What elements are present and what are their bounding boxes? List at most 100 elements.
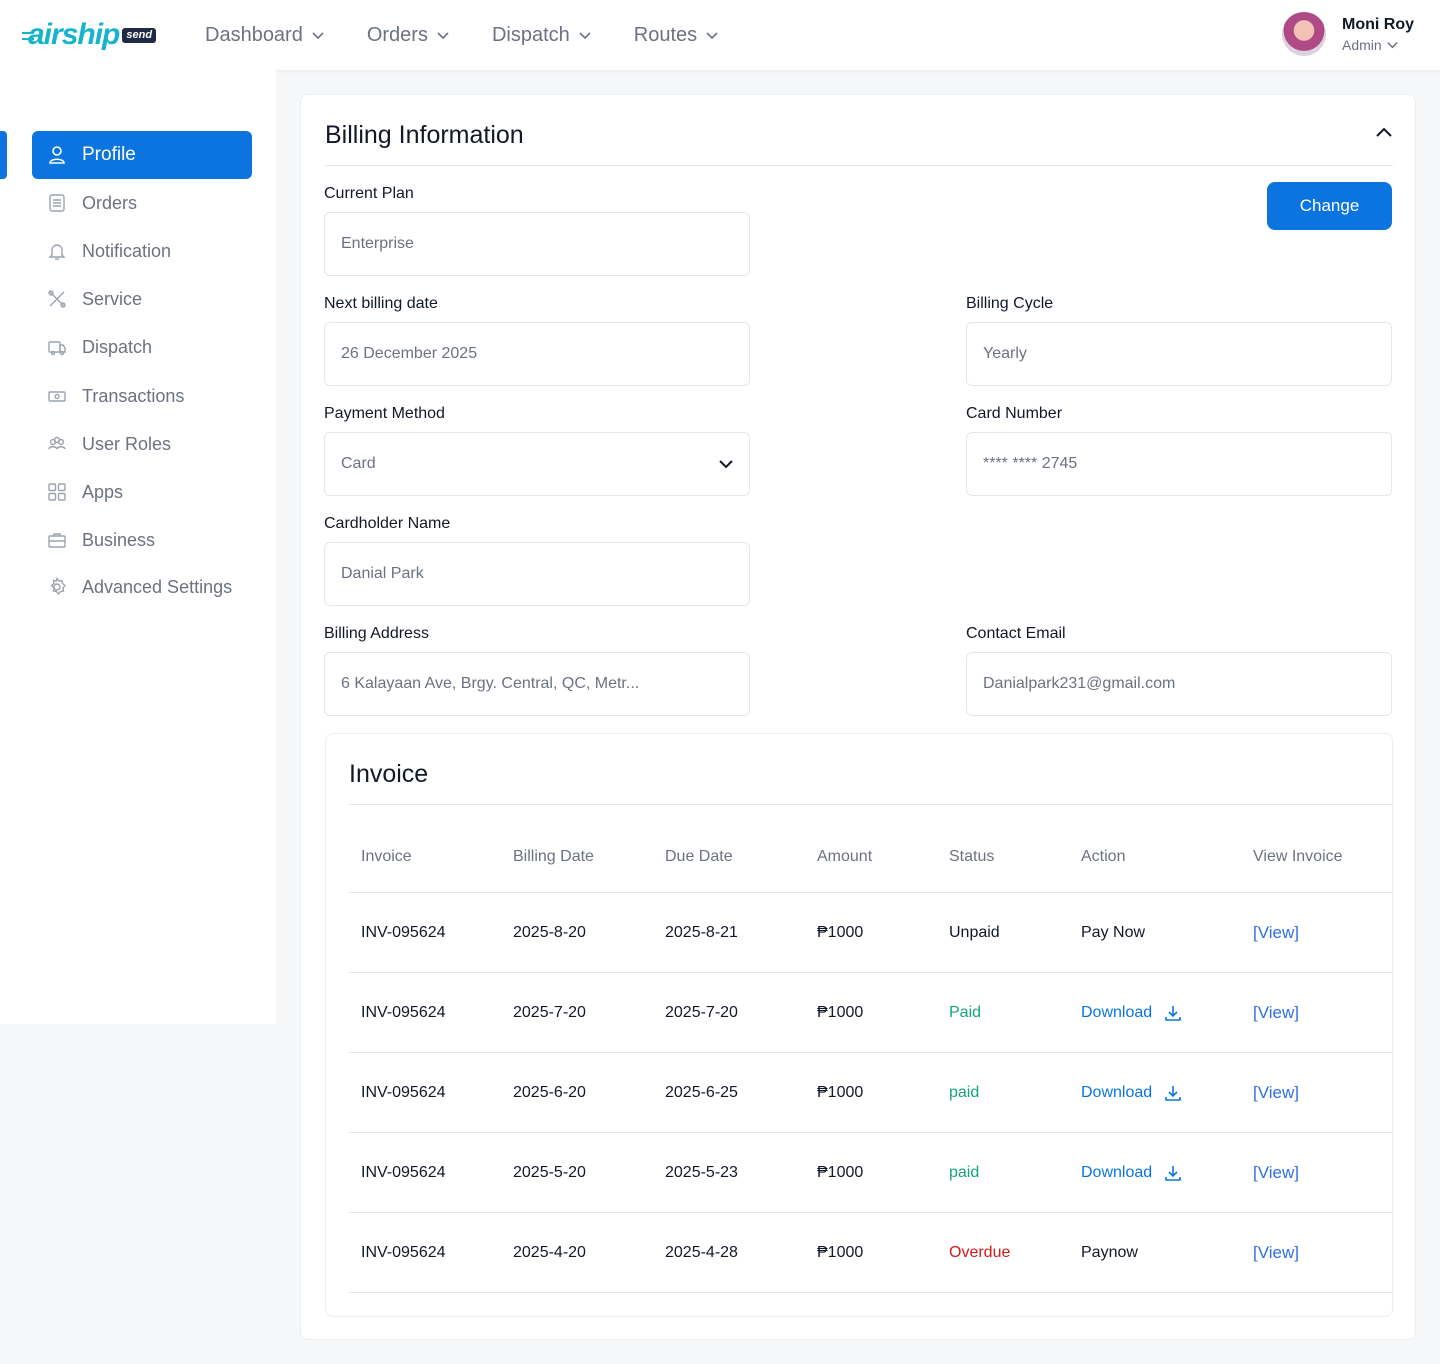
due-date: 2025-4-28 — [665, 1244, 738, 1261]
sidebar-item-dispatch[interactable]: Dispatch — [32, 323, 252, 371]
sidebar-item-label: Dispatch — [82, 336, 153, 357]
sidebar-item-notification[interactable]: Notification — [32, 227, 252, 275]
invoice-card: Invoice Invoice Billing Date Due Date Am… — [325, 733, 1393, 1317]
amount: ₱1000 — [817, 924, 864, 941]
cardholder-name-label: Cardholder Name — [324, 515, 451, 532]
divider — [349, 804, 1393, 805]
status-badge: Paid — [949, 1004, 982, 1021]
divider — [325, 165, 1393, 166]
active-indicator — [0, 131, 7, 179]
brand-name: airship — [28, 18, 120, 51]
card-number-label: Card Number — [966, 405, 1063, 422]
invoice-id: INV-095624 — [361, 1244, 446, 1261]
cash-icon — [46, 385, 68, 407]
column-header: Billing Date — [513, 848, 594, 865]
list-icon — [46, 192, 68, 214]
billing-date: 2025-4-20 — [513, 1244, 586, 1261]
change-plan-button[interactable]: Change — [1267, 182, 1392, 230]
sidebar-item-orders[interactable]: Orders — [32, 179, 252, 227]
payment-method-label: Payment Method — [324, 405, 445, 422]
sidebar-item-profile[interactable]: Profile — [32, 131, 252, 179]
amount: ₱1000 — [817, 1084, 864, 1101]
nav-dashboard[interactable]: Dashboard — [205, 24, 325, 47]
status-badge: paid — [949, 1164, 980, 1181]
user-role: Admin — [1342, 36, 1382, 53]
column-header: View Invoice — [1253, 848, 1343, 865]
sidebar-item-advanced-settings[interactable]: Advanced Settings — [32, 563, 252, 611]
sidebar-item-user-roles[interactable]: User Roles — [32, 420, 252, 468]
user-icon — [46, 144, 68, 166]
download-link[interactable]: Download — [1081, 1004, 1182, 1022]
due-date: 2025-8-21 — [665, 924, 738, 941]
nav-orders[interactable]: Orders — [367, 24, 450, 47]
chevron-down-icon — [579, 32, 591, 40]
avatar — [1282, 12, 1326, 56]
main-nav: Dashboard Orders Dispatch Routes — [205, 0, 761, 70]
user-menu[interactable]: Moni Roy Admin — [1282, 12, 1414, 56]
view-invoice-link[interactable]: [View] — [1253, 1003, 1299, 1023]
download-icon — [1165, 1006, 1181, 1021]
view-invoice-link[interactable]: [View] — [1253, 923, 1299, 943]
download-link[interactable]: Download — [1081, 1084, 1182, 1102]
chevron-down-icon — [1387, 42, 1398, 49]
payment-method-select[interactable]: Card — [324, 432, 750, 496]
chevron-down-icon — [706, 32, 718, 40]
download-label: Download — [1081, 1084, 1153, 1101]
billing-date: 2025-6-20 — [513, 1084, 586, 1101]
row-divider — [349, 892, 1393, 893]
grid-icon — [46, 481, 68, 503]
chevron-down-icon — [312, 32, 324, 40]
view-invoice-link[interactable]: [View] — [1253, 1083, 1299, 1103]
billing-date: 2025-7-20 — [513, 1004, 586, 1021]
nav-dispatch[interactable]: Dispatch — [492, 24, 592, 47]
card-number-field[interactable]: **** **** 2745 — [966, 432, 1392, 496]
due-date: 2025-5-23 — [665, 1164, 738, 1181]
next-billing-date-label: Next billing date — [324, 295, 438, 312]
row-divider — [349, 1212, 1393, 1213]
sidebar: Profile Orders Notification Service Disp… — [0, 70, 276, 1024]
pay-now-link[interactable]: Pay Now — [1081, 924, 1145, 942]
status-badge: Unpaid — [949, 924, 1000, 941]
user-name: Moni Roy — [1342, 15, 1414, 33]
airship-logo[interactable]: airship send — [22, 18, 157, 52]
chevron-up-icon[interactable] — [1373, 121, 1395, 143]
download-icon — [1165, 1086, 1181, 1101]
sidebar-item-apps[interactable]: Apps — [32, 468, 252, 516]
speed-lines-icon — [22, 32, 34, 40]
payment-method-value: Card — [341, 455, 376, 472]
view-invoice-link[interactable]: [View] — [1253, 1243, 1299, 1263]
nav-label: Dashboard — [205, 23, 303, 46]
sidebar-item-label: Profile — [82, 144, 136, 165]
billing-date: 2025-8-20 — [513, 924, 586, 941]
download-link[interactable]: Download — [1081, 1164, 1182, 1182]
current-plan-field[interactable]: Enterprise — [324, 212, 750, 276]
pay-now-link[interactable]: Paynow — [1081, 1244, 1138, 1262]
column-header: Amount — [817, 848, 873, 865]
column-header: Invoice — [361, 848, 412, 865]
contact-email-field[interactable]: Danialpark231@gmail.com — [966, 652, 1392, 716]
invoice-id: INV-095624 — [361, 924, 446, 941]
status-badge: Overdue — [949, 1244, 1011, 1261]
sidebar-item-business[interactable]: Business — [32, 516, 252, 564]
chevron-down-icon — [437, 32, 449, 40]
bell-icon — [46, 240, 68, 262]
billing-address-field[interactable]: 6 Kalayaan Ave, Brgy. Central, QC, Metr.… — [324, 652, 750, 716]
sidebar-item-service[interactable]: Service — [32, 275, 252, 323]
invoice-id: INV-095624 — [361, 1164, 446, 1181]
user-role-row: Admin — [1342, 37, 1414, 53]
cardholder-name-field[interactable]: Danial Park — [324, 542, 750, 606]
sidebar-item-transactions[interactable]: Transactions — [32, 372, 252, 420]
sidebar-item-label: Business — [82, 529, 156, 550]
amount: ₱1000 — [817, 1244, 864, 1261]
users-icon — [46, 433, 68, 455]
view-invoice-link[interactable]: [View] — [1253, 1163, 1299, 1183]
billing-title: Billing Information — [325, 121, 524, 149]
due-date: 2025-6-25 — [665, 1084, 738, 1101]
contact-email-label: Contact Email — [966, 625, 1066, 642]
nav-routes[interactable]: Routes — [634, 24, 719, 47]
billing-information-card: Billing Information Current Plan Enterpr… — [300, 94, 1416, 1340]
next-billing-date-field[interactable]: 26 December 2025 — [324, 322, 750, 386]
billing-cycle-field[interactable]: Yearly — [966, 322, 1392, 386]
sidebar-item-label: Advanced Settings — [82, 576, 233, 597]
brand-badge: send — [122, 27, 157, 43]
